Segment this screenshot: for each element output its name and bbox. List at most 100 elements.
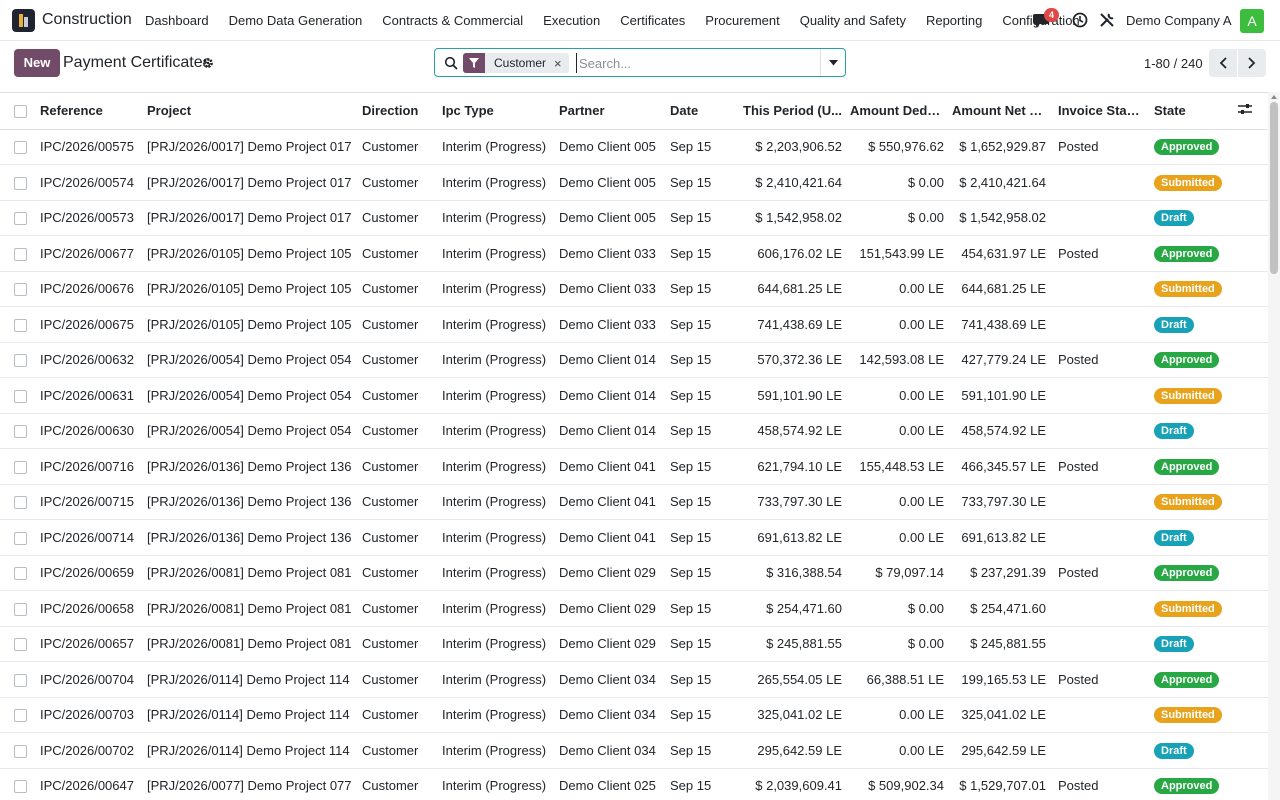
row-checkbox[interactable]	[14, 389, 27, 403]
table-row[interactable]: IPC/2026/00675 [PRJ/2026/0105] Demo Proje…	[0, 306, 1268, 343]
table-row[interactable]: IPC/2026/00647 [PRJ/2026/0077] Demo Proje…	[0, 768, 1268, 800]
column-header-amount-deducted[interactable]: Amount Dedu...	[846, 93, 948, 130]
row-checkbox[interactable]	[14, 496, 27, 510]
row-checkbox[interactable]	[14, 318, 27, 332]
column-header-project[interactable]: Project	[143, 93, 358, 130]
cell-reference: IPC/2026/00573	[36, 200, 143, 236]
cell-reference: IPC/2026/00631	[36, 377, 143, 414]
column-header-reference[interactable]: Reference	[36, 93, 143, 130]
table-row[interactable]: IPC/2026/00677 [PRJ/2026/0105] Demo Proje…	[0, 235, 1268, 272]
cell-date: Sep 15	[666, 519, 736, 556]
row-checkbox[interactable]	[14, 638, 27, 652]
search-input[interactable]	[576, 53, 816, 73]
cell-partner: Demo Client 034	[555, 732, 666, 769]
table-row[interactable]: IPC/2026/00716 [PRJ/2026/0136] Demo Proje…	[0, 448, 1268, 485]
search-icon[interactable]	[444, 56, 458, 70]
row-checkbox[interactable]	[14, 709, 27, 723]
clock-icon[interactable]	[1072, 12, 1088, 28]
row-checkbox[interactable]	[14, 212, 27, 226]
user-avatar[interactable]: A	[1240, 9, 1264, 33]
sliders-icon[interactable]	[1238, 103, 1252, 115]
row-checkbox[interactable]	[14, 780, 27, 794]
row-checkbox[interactable]	[14, 141, 27, 155]
search-options-toggle[interactable]	[820, 49, 845, 76]
pager-next-button[interactable]	[1238, 49, 1266, 77]
company-switcher[interactable]: Demo Company A	[1126, 13, 1232, 28]
select-all-checkbox[interactable]	[14, 105, 27, 119]
facet-remove-icon[interactable]: ×	[554, 56, 569, 71]
table-row[interactable]: IPC/2026/00575 [PRJ/2026/0017] Demo Proje…	[0, 129, 1268, 165]
pager-previous-button[interactable]	[1209, 49, 1237, 77]
cell-project: [PRJ/2026/0017] Demo Project 017	[143, 164, 358, 201]
row-checkbox[interactable]	[14, 602, 27, 616]
tools-icon[interactable]	[1099, 12, 1115, 28]
cell-project: [PRJ/2026/0114] Demo Project 114	[143, 732, 358, 769]
cell-invoice-status: Posted	[1050, 555, 1146, 591]
menu-contracts-commercial[interactable]: Contracts & Commercial	[372, 13, 533, 28]
gear-icon[interactable]	[202, 57, 214, 69]
row-checkbox[interactable]	[14, 531, 27, 545]
column-header-amount-net[interactable]: Amount Net P...	[948, 93, 1050, 130]
table-row[interactable]: IPC/2026/00630 [PRJ/2026/0054] Demo Proje…	[0, 413, 1268, 449]
table-row[interactable]: IPC/2026/00702 [PRJ/2026/0114] Demo Proje…	[0, 732, 1268, 769]
row-checkbox[interactable]	[14, 283, 27, 297]
column-header-direction[interactable]: Direction	[358, 93, 438, 130]
state-badge: Draft	[1154, 742, 1194, 759]
row-checkbox[interactable]	[14, 567, 27, 581]
table-row[interactable]: IPC/2026/00703 [PRJ/2026/0114] Demo Proje…	[0, 697, 1268, 733]
column-header-partner[interactable]: Partner	[555, 93, 666, 130]
cell-amount-net: 199,165.53 LE	[948, 661, 1050, 698]
row-checkbox[interactable]	[14, 460, 27, 474]
pager-value[interactable]: 1-80 / 240	[1144, 56, 1203, 71]
vertical-scrollbar[interactable]	[1268, 92, 1280, 800]
cell-project: [PRJ/2026/0136] Demo Project 136	[143, 448, 358, 485]
menu-quality-and-safety[interactable]: Quality and Safety	[790, 13, 916, 28]
row-checkbox[interactable]	[14, 425, 27, 439]
table-row[interactable]: IPC/2026/00658 [PRJ/2026/0081] Demo Proje…	[0, 590, 1268, 627]
cell-amount-net: 325,041.02 LE	[948, 697, 1050, 733]
cell-amount-net: $ 1,529,707.01	[948, 768, 1050, 800]
cell-invoice-status: Posted	[1050, 768, 1146, 800]
table-row[interactable]: IPC/2026/00659 [PRJ/2026/0081] Demo Proje…	[0, 555, 1268, 591]
menu-dashboard[interactable]: Dashboard	[135, 13, 219, 28]
menu-reporting[interactable]: Reporting	[916, 13, 992, 28]
column-header-state[interactable]: State	[1146, 93, 1234, 130]
app-icon[interactable]	[12, 9, 35, 32]
column-header-date[interactable]: Date	[666, 93, 736, 130]
table-row[interactable]: IPC/2026/00676 [PRJ/2026/0105] Demo Proje…	[0, 271, 1268, 307]
column-header-this-period[interactable]: This Period (U...	[736, 93, 846, 130]
table-row[interactable]: IPC/2026/00632 [PRJ/2026/0054] Demo Proje…	[0, 342, 1268, 378]
table-row[interactable]: IPC/2026/00573 [PRJ/2026/0017] Demo Proje…	[0, 200, 1268, 236]
row-checkbox[interactable]	[14, 673, 27, 687]
new-button[interactable]: New	[14, 49, 60, 77]
row-select-cell	[0, 235, 36, 272]
scrollbar-thumb[interactable]	[1270, 102, 1278, 274]
row-checkbox[interactable]	[14, 247, 27, 261]
state-badge: Approved	[1154, 139, 1220, 156]
menu-procurement[interactable]: Procurement	[695, 13, 789, 28]
menu-execution[interactable]: Execution	[533, 13, 610, 28]
table-row[interactable]: IPC/2026/00631 [PRJ/2026/0054] Demo Proje…	[0, 377, 1268, 414]
cell-project: [PRJ/2026/0136] Demo Project 136	[143, 484, 358, 520]
column-header-ipc-type[interactable]: Ipc Type	[438, 93, 555, 130]
scroll-up-arrow[interactable]	[1271, 95, 1277, 99]
cell-date: Sep 15	[666, 484, 736, 520]
table-row[interactable]: IPC/2026/00715 [PRJ/2026/0136] Demo Proje…	[0, 484, 1268, 520]
row-checkbox[interactable]	[14, 744, 27, 758]
row-select-cell	[0, 129, 36, 165]
row-checkbox[interactable]	[14, 176, 27, 190]
cell-partner: Demo Client 025	[555, 768, 666, 800]
menu-certificates[interactable]: Certificates	[610, 13, 695, 28]
table-row[interactable]: IPC/2026/00574 [PRJ/2026/0017] Demo Proje…	[0, 164, 1268, 201]
menu-demo-data-generation[interactable]: Demo Data Generation	[219, 13, 373, 28]
app-name[interactable]: Construction	[42, 11, 132, 29]
table-row[interactable]: IPC/2026/00704 [PRJ/2026/0114] Demo Proje…	[0, 661, 1268, 698]
cell-this-period: 691,613.82 LE	[736, 519, 846, 556]
table-row[interactable]: IPC/2026/00714 [PRJ/2026/0136] Demo Proje…	[0, 519, 1268, 556]
cell-amount-net: $ 1,542,958.02	[948, 200, 1050, 236]
cell-invoice-status	[1050, 200, 1146, 236]
page-title[interactable]: Payment Certificates	[63, 54, 211, 72]
table-row[interactable]: IPC/2026/00657 [PRJ/2026/0081] Demo Proje…	[0, 626, 1268, 662]
column-header-invoice-status[interactable]: Invoice Status	[1050, 93, 1146, 130]
row-checkbox[interactable]	[14, 354, 27, 368]
